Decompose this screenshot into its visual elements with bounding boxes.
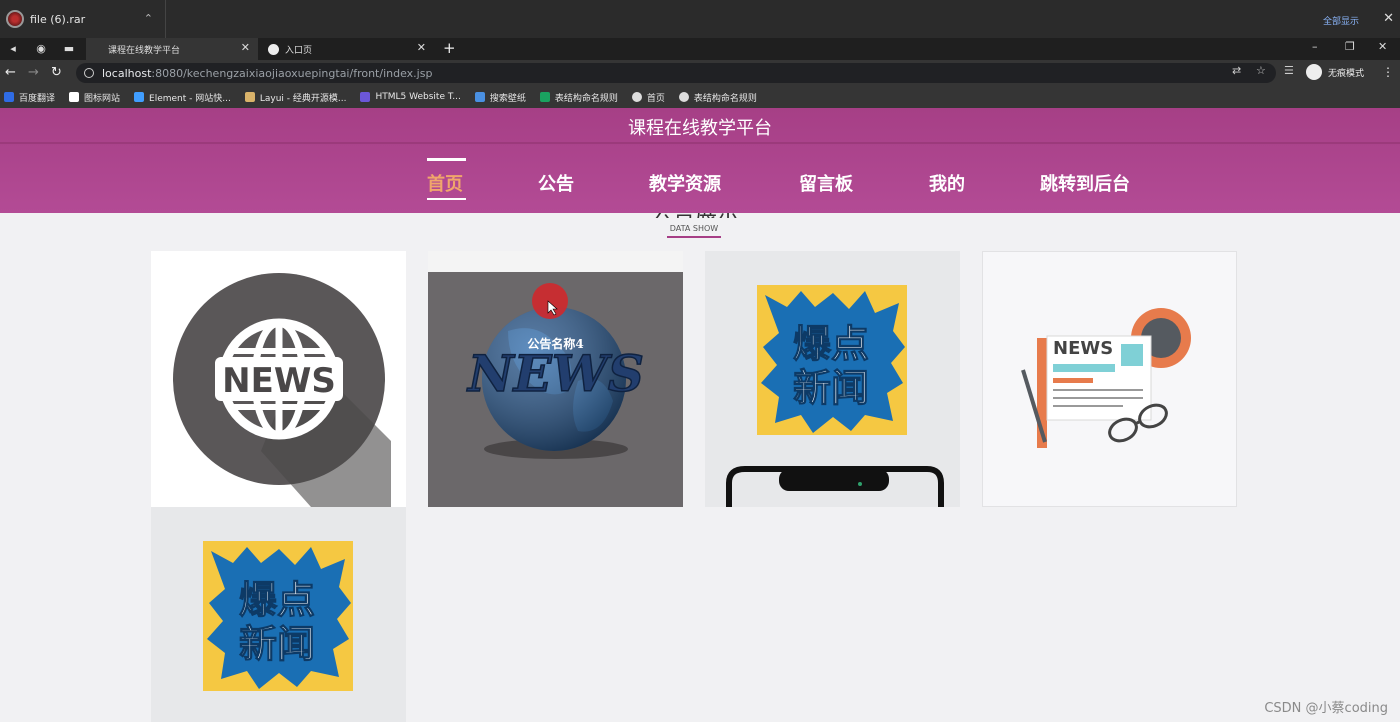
- close-icon[interactable]: ✕: [417, 41, 426, 54]
- incognito-profile-button[interactable]: 无痕模式: [1306, 64, 1364, 80]
- show-all-button[interactable]: 全部显示: [1316, 14, 1366, 28]
- download-file-name: file (6).rar: [30, 12, 86, 26]
- header-divider: [0, 142, 1400, 144]
- bookmark-item[interactable]: 表结构命名规则: [678, 91, 757, 104]
- breaking-news-line1: 爆点: [239, 578, 315, 622]
- nav-mine[interactable]: 我的: [929, 170, 965, 196]
- bookmark-item[interactable]: 搜索壁纸: [474, 91, 526, 104]
- bookmark-item[interactable]: Layui - 经典开源模...: [244, 91, 347, 104]
- newspaper-illustration: NEWS: [1021, 308, 1191, 448]
- download-bar: file (6).rar ⌃ 全部显示 ✕: [0, 0, 1400, 38]
- tab-title: 课程在线教学平台: [108, 45, 181, 56]
- back-arrow-icon[interactable]: ←: [5, 65, 16, 80]
- tab-search-icon[interactable]: ◂: [5, 41, 21, 57]
- news-globe-icon: NEWS: [173, 273, 391, 507]
- info-icon[interactable]: [84, 68, 94, 78]
- section-subtitle: DATA SHOW: [669, 224, 719, 233]
- tab-entry-page[interactable]: 入口页 ✕: [258, 38, 434, 60]
- notice-card[interactable]: NEWS 公告名称4: [428, 251, 683, 507]
- bookmark-label: 图标网站: [84, 93, 121, 104]
- bookmark-label: Layui - 经典开源模...: [259, 93, 347, 104]
- address-bar: ← → ↻ localhost :8080/kechengzaixiaojiao…: [0, 60, 1400, 86]
- star-icon[interactable]: ☆: [1256, 64, 1266, 77]
- tab-title: 入口页: [285, 45, 313, 56]
- incognito-label: 无痕模式: [1328, 68, 1365, 79]
- notice-card[interactable]: NEWS: [151, 251, 406, 507]
- globe-icon: [268, 43, 279, 55]
- bookmark-label: HTML5 Website T...: [375, 92, 461, 102]
- breaking-news-line1: 爆点: [793, 322, 869, 366]
- wallpaper-icon: [474, 92, 485, 102]
- nav-active-indicator: [427, 158, 466, 161]
- globe-icon: [678, 92, 689, 102]
- site-title: 课程在线教学平台: [628, 118, 772, 139]
- nav-home[interactable]: 首页: [427, 170, 463, 196]
- bookmark-label: 搜索壁纸: [489, 93, 526, 104]
- incognito-icon: [1306, 64, 1322, 80]
- url-host: localhost: [102, 66, 152, 80]
- sheet-icon: [539, 92, 550, 102]
- breaking-news-line2: 新闻: [239, 622, 315, 666]
- window-icon[interactable]: ▬: [61, 41, 77, 57]
- bookmark-label: 表结构命名规则: [554, 93, 618, 104]
- bookmark-item[interactable]: HTML5 Website T...: [360, 92, 461, 102]
- breaking-news-phone-image: 爆点 新闻: [726, 285, 944, 507]
- url-input[interactable]: localhost :8080/kechengzaixiaojiaoxuepin…: [76, 63, 1276, 83]
- element-icon: [134, 92, 145, 102]
- restore-icon[interactable]: ❐: [1345, 40, 1355, 53]
- bookmark-label: Element - 网站快...: [149, 93, 231, 104]
- minimize-icon[interactable]: –: [1312, 40, 1318, 53]
- site-header: 课程在线教学平台 首页 公告 教学资源 留言板 我的 跳转到后台: [0, 108, 1400, 213]
- globe-icon[interactable]: ◉: [33, 41, 49, 57]
- notice-card[interactable]: 爆点 新闻: [705, 251, 960, 507]
- bookmark-item[interactable]: 表结构命名规则: [539, 91, 618, 104]
- nav-message-board[interactable]: 留言板: [799, 170, 853, 196]
- chevron-up-icon[interactable]: ⌃: [144, 12, 153, 25]
- new-tab-button[interactable]: +: [443, 39, 456, 57]
- watermark: CSDN @小蔡coding: [1264, 701, 1388, 716]
- bookmark-label: 百度翻译: [19, 93, 56, 104]
- globe-icon: [631, 92, 642, 102]
- bookmark-label: 首页: [646, 93, 665, 104]
- menu-dots-icon[interactable]: ⋮: [1382, 65, 1394, 79]
- flag-icon: [69, 92, 80, 102]
- news-3d-globe-image: NEWS: [428, 272, 683, 507]
- breaking-news-line2: 新闻: [793, 366, 869, 410]
- url-path: :8080/kechengzaixiaojiaoxuepingtai/front…: [151, 66, 433, 80]
- nav-resources[interactable]: 教学资源: [649, 170, 721, 196]
- forward-arrow-icon[interactable]: →: [28, 65, 39, 80]
- notice-card[interactable]: NEWS: [982, 251, 1237, 507]
- bookmark-item[interactable]: 首页: [631, 91, 665, 104]
- bookmark-icon: [4, 92, 14, 102]
- bookmark-item[interactable]: 图标网站: [69, 91, 120, 104]
- bookmark-label: 表结构命名规则: [693, 93, 757, 104]
- notice-caption: 公告名称4: [527, 337, 584, 351]
- nav-admin[interactable]: 跳转到后台: [1040, 170, 1130, 196]
- close-window-icon[interactable]: ✕: [1378, 40, 1387, 53]
- reading-list-icon[interactable]: ☰: [1284, 64, 1294, 77]
- section-underline: [667, 236, 721, 238]
- layui-icon: [244, 92, 255, 102]
- news-word: NEWS: [466, 344, 644, 403]
- reload-icon[interactable]: ↻: [51, 65, 62, 80]
- bookmark-item[interactable]: 百度翻译: [4, 91, 55, 104]
- bookmark-item[interactable]: Element - 网站快...: [134, 91, 231, 104]
- news-word: NEWS: [222, 361, 336, 401]
- close-download-bar-button[interactable]: ✕: [1383, 11, 1394, 26]
- nav-active-underline: [427, 198, 466, 200]
- bookmarks-bar: 百度翻译 图标网站 Element - 网站快... Layui - 经典开源模…: [0, 86, 1400, 108]
- news-word: NEWS: [1053, 338, 1113, 359]
- download-item[interactable]: file (6).rar ⌃: [0, 0, 166, 38]
- translate-icon[interactable]: ⇄: [1232, 64, 1241, 77]
- notice-card[interactable]: 爆点 新闻: [151, 507, 406, 722]
- close-icon[interactable]: ✕: [241, 41, 250, 54]
- html5-icon: [360, 92, 371, 102]
- tab-strip: ◂ ◉ ▬ 课程在线教学平台 ✕ 入口页 ✕ + – ❐ ✕: [0, 38, 1400, 60]
- tab-course-platform[interactable]: 课程在线教学平台 ✕: [86, 38, 258, 60]
- nav-notice[interactable]: 公告: [538, 170, 574, 196]
- rar-file-icon: [6, 10, 24, 28]
- breaking-news-image: 爆点 新闻: [203, 541, 353, 691]
